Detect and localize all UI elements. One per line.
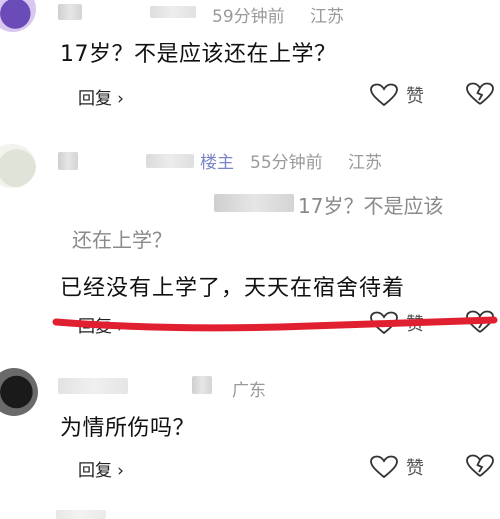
reply-button[interactable]: 回复 › bbox=[78, 84, 124, 109]
quoted-username-blurred bbox=[214, 194, 294, 212]
heart-icon bbox=[370, 455, 398, 479]
username-blurred bbox=[58, 378, 128, 394]
broken-heart-icon[interactable] bbox=[466, 82, 494, 106]
reply-label: 回复 bbox=[78, 89, 112, 109]
comment-text: 已经没有上学了，天天在宿舍待着 bbox=[60, 276, 406, 301]
avatar[interactable] bbox=[0, 144, 36, 188]
comment-time: 59分钟前 bbox=[212, 7, 285, 27]
avatar[interactable] bbox=[0, 368, 38, 416]
heart-icon bbox=[370, 83, 398, 107]
username-blurred bbox=[146, 154, 194, 168]
quoted-text-line2: 还在上学？ bbox=[72, 228, 172, 252]
quoted-text-line1: 17岁？不是应该 bbox=[298, 194, 444, 218]
comment-location: 广东 bbox=[232, 381, 266, 401]
author-badge: 楼主 bbox=[200, 153, 234, 173]
chevron-right-icon: › bbox=[117, 89, 124, 109]
username-blurred bbox=[58, 152, 78, 170]
username-blurred bbox=[58, 4, 82, 20]
comment-text: 为情所伤吗？ bbox=[60, 416, 196, 441]
red-underline-stroke bbox=[52, 316, 498, 332]
like-button[interactable]: 赞 bbox=[370, 454, 424, 480]
reply-label: 回复 bbox=[78, 461, 112, 481]
comment-text: 17岁？不是应该还在上学？ bbox=[60, 42, 337, 67]
comment-time: 55分钟前 bbox=[250, 153, 323, 173]
like-label: 赞 bbox=[406, 86, 424, 107]
username-blurred bbox=[150, 6, 196, 18]
broken-heart-icon[interactable] bbox=[466, 454, 494, 478]
comment-location: 江苏 bbox=[348, 153, 382, 173]
username-blurred bbox=[192, 376, 212, 394]
chevron-right-icon: › bbox=[117, 461, 124, 481]
reply-button[interactable]: 回复 › bbox=[78, 456, 124, 481]
avatar[interactable] bbox=[0, 0, 36, 32]
comment-location: 江苏 bbox=[310, 7, 344, 27]
like-button[interactable]: 赞 bbox=[370, 82, 424, 108]
next-comment-blurred bbox=[56, 510, 106, 519]
like-label: 赞 bbox=[406, 458, 424, 479]
